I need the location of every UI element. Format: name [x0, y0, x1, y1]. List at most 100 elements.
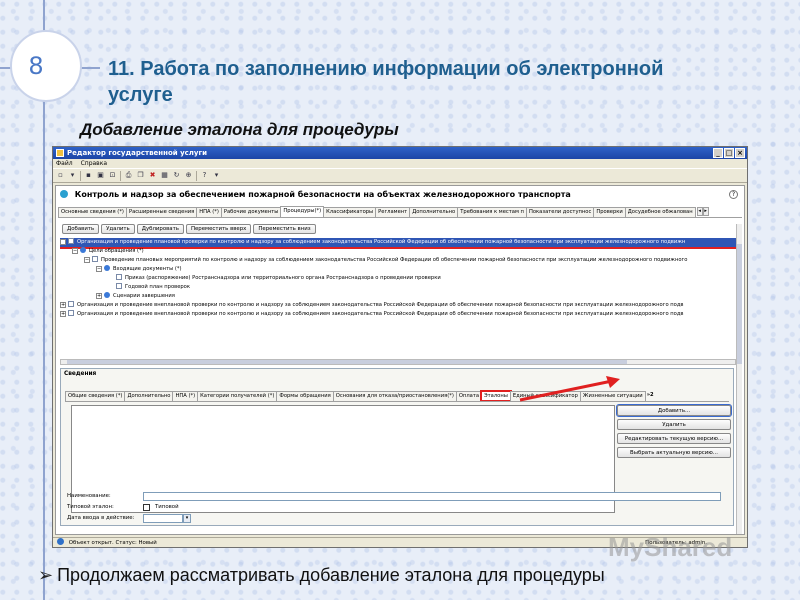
delete-procedure-button[interactable]: Удалить [101, 224, 135, 234]
service-title-text: Контроль и надзор за обеспечением пожарн… [74, 190, 571, 199]
window-titlebar: Редактор государственной услуги _ □ × [53, 147, 747, 159]
tab-availability-indicators[interactable]: Показатели доступнос [525, 207, 595, 217]
collapse-icon[interactable]: − [72, 248, 78, 254]
dtab-additional[interactable]: Дополнительно [124, 391, 174, 401]
minimize-button[interactable]: _ [713, 148, 723, 158]
tab-pretrial-appeal[interactable]: Досудебное обжалован [624, 207, 696, 217]
expand-icon[interactable]: + [96, 293, 102, 299]
tree-item-label: Цели обращения (*) [89, 248, 144, 254]
tree-horizontal-scrollbar[interactable] [60, 359, 736, 365]
tab-underline [58, 217, 742, 218]
details-title: Сведения [64, 371, 97, 377]
scroll-thumb[interactable] [67, 360, 627, 364]
collapse-icon[interactable]: − [60, 239, 66, 245]
dtab-request-forms[interactable]: Формы обращения [276, 391, 334, 401]
add-standard-button[interactable]: Добавить... [616, 404, 732, 417]
edit-version-button[interactable]: Редактировать текущую версию... [617, 433, 731, 444]
tree-item-unplanned-inspection-2[interactable]: + Организация и проведение внеплановой пр… [60, 310, 736, 319]
tab-working-docs[interactable]: Рабочие документы [220, 207, 282, 217]
tree-item-label: Организация и проведение внеплановой про… [77, 302, 684, 308]
tree-item-goals[interactable]: − Цели обращения (*) [60, 247, 736, 256]
watermark: MyShared [608, 532, 733, 562]
slide-bullet-text: Продолжаем рассматривать добавление этал… [57, 565, 605, 585]
more-tabs-icon[interactable]: »2 [645, 391, 656, 401]
tab-procedures[interactable]: Процедуры(*) [280, 206, 325, 217]
document-icon [116, 283, 122, 289]
slide-bullet: ➢ Продолжаем рассматривать добавление эта… [38, 565, 605, 586]
expand-icon[interactable]: + [60, 311, 66, 317]
help-question-icon[interactable]: ? [729, 190, 738, 199]
tree-item-incoming-docs[interactable]: − Входящие документы (*) [60, 265, 736, 274]
tree-item-planned-inspection[interactable]: − Организация и проведение плановой прове… [60, 238, 736, 249]
dtab-unified-classifier[interactable]: Единый классификатор [509, 391, 581, 401]
collapse-icon[interactable]: − [84, 257, 90, 263]
vertical-scrollbar[interactable] [736, 224, 742, 534]
select-version-button[interactable]: Выбрать актуальную версию... [617, 447, 731, 458]
main-tabs: Основные сведения (*) Расширенные сведен… [58, 206, 709, 217]
move-up-button[interactable]: Переместить вверх [185, 224, 252, 234]
move-down-button[interactable]: Переместить вниз [253, 224, 316, 234]
save-icon[interactable]: ▪ [84, 171, 93, 180]
tab-npa[interactable]: НПА (*) [196, 207, 222, 217]
tree-item-order[interactable]: Приказ (распоряжение) Ространснадзора ил… [60, 274, 736, 283]
open-icon[interactable]: ▾ [68, 171, 77, 180]
delete-standard-button[interactable]: Удалить [617, 419, 731, 430]
typical-row: Типовой эталон: Типовой [67, 503, 727, 512]
toolbar-separator [120, 170, 121, 181]
typical-checkbox[interactable] [143, 504, 150, 511]
dtab-life-situations[interactable]: Жизненные ситуации [579, 391, 646, 401]
tree-item-label: Проведение плановых мероприятий по контр… [101, 257, 688, 263]
new-doc-icon[interactable]: ▫ [56, 171, 65, 180]
status-text: Объект открыт. Статус: Новый [68, 540, 157, 546]
tree-item-scenarios[interactable]: + Сценарии завершения [60, 292, 736, 301]
link-icon[interactable]: ⊕ [184, 171, 193, 180]
help-icon[interactable]: ? [200, 171, 209, 180]
print-icon[interactable]: ⎙ [124, 171, 133, 180]
dtab-recipient-categories[interactable]: Категории получателей (*) [197, 391, 278, 401]
add-procedure-button[interactable]: Добавить [62, 224, 100, 234]
dtab-general[interactable]: Общие сведения (*) [65, 391, 126, 401]
dtab-standards[interactable]: Эталоны [480, 390, 512, 402]
date-input[interactable] [143, 514, 183, 523]
menu-help[interactable]: Справка [81, 159, 107, 168]
procedure-buttons: Добавить Удалить Дублировать Переместить… [62, 224, 316, 234]
refresh-icon[interactable]: ↻ [172, 171, 181, 180]
copy-icon[interactable]: ❐ [136, 171, 145, 180]
scroll-thumb[interactable] [737, 244, 742, 364]
export-icon[interactable]: ⊡ [108, 171, 117, 180]
service-title: Контроль и надзор за обеспечением пожарн… [60, 190, 571, 199]
date-label: Дата ввода в действие: [67, 515, 135, 521]
tree-item-label: Годовой план проверок [125, 284, 190, 290]
tab-inspections[interactable]: Проверки [593, 207, 626, 217]
menu-file[interactable]: Файл [56, 159, 73, 168]
procedure-icon [68, 301, 74, 307]
save-all-icon[interactable]: ▣ [96, 171, 105, 180]
tree-item-planned-measures[interactable]: − Проведение плановых мероприятий по конт… [60, 256, 736, 265]
tab-extended-info[interactable]: Расширенные сведения [125, 207, 198, 217]
tab-regulation[interactable]: Регламент [375, 207, 411, 217]
dtab-refusal-grounds[interactable]: Основания для отказа/приостановления(*) [332, 391, 457, 401]
expand-icon[interactable]: + [60, 302, 66, 308]
tree-item-label: Приказ (распоряжение) Ространснадзора ил… [125, 275, 441, 281]
duplicate-procedure-button[interactable]: Дублировать [136, 224, 184, 234]
maximize-button[interactable]: □ [724, 148, 734, 158]
tab-scroll-right-icon[interactable]: ▸ [702, 207, 709, 216]
slide-number: 8 [28, 52, 44, 80]
toolbar-dropdown-icon[interactable]: ▾ [212, 171, 221, 180]
tab-additional[interactable]: Дополнительно [409, 207, 459, 217]
date-dropdown-icon[interactable]: ▾ [183, 514, 191, 523]
tab-classifiers[interactable]: Классификаторы [323, 207, 377, 217]
grid-icon[interactable]: ▦ [160, 171, 169, 180]
dtab-payment[interactable]: Оплата [455, 391, 483, 401]
dtab-npa[interactable]: НПА (*) [172, 391, 199, 401]
close-button[interactable]: × [735, 148, 745, 158]
tab-basic-info[interactable]: Основные сведения (*) [58, 207, 127, 217]
delete-icon[interactable]: ✖ [148, 171, 157, 180]
tree-item-label: Организация и проведение плановой провер… [77, 239, 686, 245]
tree-item-label: Организация и проведение внеплановой про… [77, 311, 684, 317]
collapse-icon[interactable]: − [96, 266, 102, 272]
name-input[interactable] [143, 492, 721, 501]
tab-place-requirements[interactable]: Требования к местам п [457, 207, 527, 217]
tree-item-annual-plan[interactable]: Годовой план проверок [60, 283, 736, 292]
tree-item-unplanned-inspection[interactable]: + Организация и проведение внеплановой пр… [60, 301, 736, 310]
